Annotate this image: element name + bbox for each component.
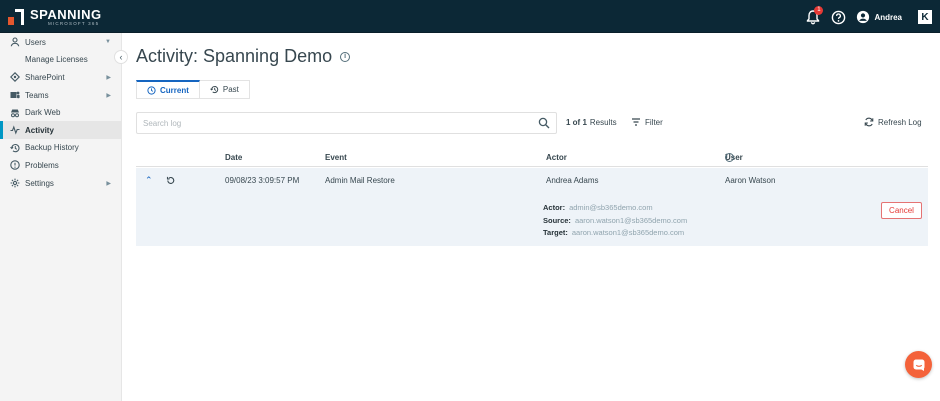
row-actor: Andrea Adams	[546, 176, 599, 185]
restore-icon[interactable]	[166, 176, 175, 187]
sidebar-item-label: Backup History	[25, 143, 79, 153]
history-icon	[210, 86, 219, 94]
sidebar-item-settings[interactable]: Settings ▶	[0, 174, 121, 192]
sidebar-item-activity[interactable]: Activity	[0, 121, 121, 140]
chevron-left-icon: ‹	[119, 52, 123, 62]
table-header: Date Event Actor User i	[136, 143, 928, 167]
column-label: Date	[225, 153, 243, 162]
detail-source-label: Source:	[543, 215, 571, 225]
gear-icon	[10, 178, 20, 188]
detail-actor-label: Actor:	[543, 203, 566, 212]
sidebar-item-manage-licenses[interactable]: Manage Licenses	[0, 51, 121, 69]
search-input[interactable]	[137, 113, 527, 133]
person-icon	[10, 37, 20, 47]
chevron-right-icon: ▶	[106, 92, 111, 99]
chevron-right-icon: ▶	[106, 180, 111, 187]
logo-subtitle: MICROSOFT 365	[48, 20, 100, 26]
sidebar-item-sharepoint[interactable]: SharePoint ▶	[0, 69, 121, 87]
detail-target-label: Target:	[543, 228, 568, 237]
search-box	[136, 112, 557, 134]
results-count-value: 1 of 1	[566, 118, 587, 127]
sidebar-item-problems[interactable]: Problems	[0, 157, 121, 175]
cancel-button[interactable]: Cancel	[881, 202, 922, 219]
filter-button[interactable]: Filter	[631, 117, 663, 127]
info-circle-icon	[10, 160, 20, 171]
page-title: Activity: Spanning Demo i	[136, 46, 351, 67]
chat-icon	[913, 359, 924, 371]
sidebar-item-label: Activity	[25, 125, 54, 135]
sidebar-item-dark-web[interactable]: Dark Web	[0, 104, 121, 122]
tab-label: Current	[160, 85, 189, 95]
notifications-button[interactable]: 1	[805, 6, 824, 25]
sidebar-item-label: Users	[25, 37, 46, 47]
results-count-suffix: Results	[589, 118, 617, 127]
row-details: Actor: admin@sb365demo.com Source: aaron.w…	[543, 202, 687, 240]
sidebar-item-label: SharePoint	[25, 72, 65, 82]
tab-label: Past	[222, 85, 239, 94]
refresh-log-label: Refresh Log	[878, 117, 922, 127]
pulse-icon	[10, 125, 20, 135]
column-label: Actor	[546, 153, 567, 162]
info-icon[interactable]: i	[725, 153, 734, 162]
results-count: 1 of 1 Results	[566, 118, 617, 127]
tab-bar: Current Past	[136, 80, 250, 99]
top-bar: SPANNING MICROSOFT 365 1 Andrea K	[0, 0, 940, 33]
spy-icon	[10, 108, 20, 118]
collapse-sidebar-button[interactable]: ‹	[114, 50, 128, 64]
sidebar-item-users[interactable]: Users ▼	[0, 34, 121, 52]
chevron-right-icon: ▶	[106, 74, 111, 81]
sidebar-item-label: Manage Licenses	[25, 55, 88, 65]
clock-icon	[147, 85, 156, 95]
info-icon[interactable]: i	[340, 51, 351, 62]
filter-icon	[632, 118, 640, 126]
account-circle-icon	[856, 10, 870, 24]
tab-past[interactable]: Past	[199, 80, 250, 99]
spanning-logo[interactable]: SPANNING MICROSOFT 365	[8, 6, 102, 28]
chat-launcher-button[interactable]	[905, 351, 932, 378]
filter-label: Filter	[645, 117, 663, 127]
teams-icon	[10, 90, 20, 100]
sidebar-item-label: Problems	[25, 160, 59, 170]
tab-current[interactable]: Current	[136, 80, 200, 99]
page-title-text: Activity: Spanning Demo	[136, 46, 333, 66]
sidebar-item-teams[interactable]: Teams ▶	[0, 86, 121, 104]
kaseya-logo-icon[interactable]: K	[918, 10, 932, 24]
refresh-icon	[864, 117, 874, 127]
detail-actor-value: admin@sb365demo.com	[569, 203, 653, 212]
sidebar-item-label: Teams	[25, 90, 49, 100]
search-icon[interactable]	[538, 117, 550, 131]
sidebar-item-backup-history[interactable]: Backup History	[0, 139, 121, 157]
help-button[interactable]	[831, 10, 846, 25]
spanning-logo-icon	[8, 9, 24, 25]
sharepoint-icon	[10, 72, 20, 83]
row-date: 09/08/23 3:09:57 PM	[225, 176, 300, 185]
table-row: ⌃ 09/08/23 3:09:57 PM Admin Mail Restore…	[136, 168, 928, 246]
user-menu[interactable]: Andrea	[856, 10, 902, 24]
history-icon	[10, 143, 20, 153]
chevron-up-icon[interactable]: ⌃	[145, 175, 153, 186]
detail-target-value: aaron.watson1@sb365demo.com	[571, 228, 685, 237]
sidebar-item-label: Settings	[25, 178, 54, 188]
row-user: Aaron Watson	[725, 176, 776, 185]
help-icon	[832, 10, 846, 24]
column-label: Event	[325, 153, 347, 162]
detail-source-value: aaron.watson1@sb365demo.com	[574, 215, 688, 225]
user-name: Andrea	[874, 12, 902, 22]
row-event: Admin Mail Restore	[325, 176, 395, 185]
refresh-log-button[interactable]: Refresh Log	[864, 117, 922, 127]
sidebar-item-label: Dark Web	[25, 108, 61, 118]
sidebar: Users ▼ Manage Licenses SharePoint ▶ Tea…	[0, 33, 122, 401]
logo-title: SPANNING	[30, 6, 102, 22]
notification-badge: 1	[814, 6, 824, 15]
chevron-down-icon: ▼	[105, 39, 111, 46]
